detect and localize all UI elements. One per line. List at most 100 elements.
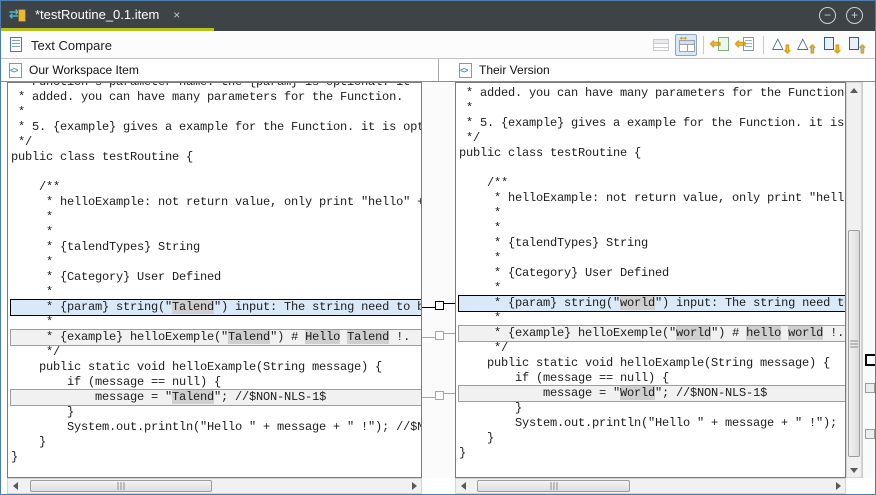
code-line: *: [459, 311, 845, 326]
left-horizontal-scrollbar-thumb[interactable]: [30, 480, 212, 492]
code-line: *: [11, 285, 421, 300]
diff-connector-line: [422, 337, 436, 338]
code-line: * {Category} User Defined: [11, 270, 421, 285]
code-line: */: [11, 345, 421, 360]
minimize-button[interactable]: −: [819, 7, 836, 24]
diff-connector-handle[interactable]: [435, 331, 444, 340]
code-line: [459, 161, 845, 176]
inline-change: Talend: [347, 330, 389, 344]
code-line: *: [459, 281, 845, 296]
code-line: public class testRoutine {: [11, 150, 421, 165]
code-line: /**: [459, 176, 845, 191]
code-line: * {talendTypes} String: [459, 236, 845, 251]
inline-change: world: [788, 326, 823, 340]
vertical-scrollbar-thumb[interactable]: [848, 230, 860, 457]
code-line: *: [459, 251, 845, 266]
right-pane-title: Their Version: [479, 63, 550, 77]
text-compare-title: Text Compare: [31, 38, 112, 53]
diff-connector-handle[interactable]: [435, 301, 444, 310]
code-line: */: [459, 131, 845, 146]
text-compare-icon: [10, 37, 22, 52]
diff-overview-ruler[interactable]: [862, 82, 876, 478]
diff-connector-handle[interactable]: [435, 391, 444, 400]
text-compare-header: Text Compare ↔ ⇦ ⇦ △⇩ △⇧ ⇩ ⇧: [1, 31, 875, 59]
code-line: *: [11, 225, 421, 240]
left-horizontal-scrollbar[interactable]: [7, 478, 422, 494]
text-element-icon: [459, 63, 472, 78]
code-line: *: [11, 315, 421, 330]
code-line: *: [11, 105, 421, 120]
diff-line[interactable]: * {param} string("world") input: The str…: [459, 296, 845, 311]
inline-change: Talend: [172, 390, 214, 404]
diff-line[interactable]: message = "World"; //$NON-NLS-1$: [459, 386, 845, 401]
right-horizontal-scrollbar-thumb[interactable]: [477, 480, 630, 492]
inline-change: Hello: [305, 330, 340, 344]
diff-line[interactable]: * {example} helloExemple("Talend") # Hel…: [11, 330, 421, 345]
vertical-scrollbar[interactable]: [846, 82, 862, 478]
diff-line[interactable]: message = "Talend"; //$NON-NLS-1$: [11, 390, 421, 405]
code-line: }: [11, 450, 421, 465]
code-line: * 5. {example} gives a example for the F…: [459, 116, 845, 131]
toolbar-separator: [703, 36, 704, 54]
code-line: *: [459, 206, 845, 221]
code-line: * helloExample: not return value, only p…: [459, 191, 845, 206]
close-tab-icon[interactable]: ×: [173, 8, 180, 22]
code-line: * added. you can have many parameters fo…: [11, 90, 421, 105]
code-line: }: [11, 405, 421, 420]
code-line: *: [11, 255, 421, 270]
previous-change-icon[interactable]: ⇧: [845, 34, 867, 56]
compare-item-icon: ⇄: [9, 7, 27, 23]
code-line: }: [459, 446, 845, 461]
left-pane-title: Our Workspace Item: [29, 63, 139, 77]
inline-change: hello: [746, 326, 781, 340]
code-line: }: [459, 401, 845, 416]
code-line: *: [11, 210, 421, 225]
code-line: */: [11, 135, 421, 150]
inline-change: Talend: [172, 300, 214, 314]
code-line: * added. you can have many parameters fo…: [459, 86, 845, 101]
copy-current-right-to-left-icon[interactable]: ⇦: [735, 34, 757, 56]
editor-tab-title: *testRoutine_0.1.item: [35, 7, 159, 22]
editor-tab[interactable]: ⇄ *testRoutine_0.1.item ×: [1, 1, 190, 28]
scroll-down-icon[interactable]: [847, 462, 861, 477]
code-line: * 5. {example} gives a example for the F…: [11, 120, 421, 135]
code-line: }: [459, 431, 845, 446]
right-horizontal-scrollbar[interactable]: [455, 478, 846, 494]
inline-change: world: [620, 296, 655, 310]
layout-top-bottom-icon[interactable]: [650, 34, 672, 56]
maximize-button[interactable]: +: [846, 7, 863, 24]
code-line: if (message == null) {: [11, 375, 421, 390]
inline-change: World: [620, 386, 655, 400]
right-pane-header: Their Version: [459, 59, 550, 81]
compare-editor-window: ⇄ *testRoutine_0.1.item × − + Text Compa…: [0, 0, 876, 495]
diff-marker[interactable]: [865, 383, 875, 393]
previous-difference-icon[interactable]: △⇧: [795, 34, 817, 56]
code-line: [11, 165, 421, 180]
next-difference-icon[interactable]: △⇩: [770, 34, 792, 56]
scroll-right-icon[interactable]: [830, 479, 845, 493]
layout-side-by-side-icon[interactable]: ↔: [675, 34, 697, 56]
diff-connector-line: [422, 307, 436, 308]
diff-line[interactable]: * {example} helloExemple("world") # hell…: [459, 326, 845, 341]
diff-marker-current[interactable]: [865, 354, 876, 366]
inline-change: world: [676, 326, 711, 340]
scroll-left-icon[interactable]: [456, 479, 471, 493]
code-line: System.out.println("Hello " + message + …: [11, 420, 421, 435]
diff-marker[interactable]: [865, 429, 875, 439]
code-line: System.out.println("Hello " + message + …: [459, 416, 845, 431]
code-line: *: [459, 101, 845, 116]
code-line: /**: [11, 180, 421, 195]
next-change-icon[interactable]: ⇩: [820, 34, 842, 56]
code-line: *: [459, 221, 845, 236]
code-line: * {talendTypes} String: [11, 240, 421, 255]
code-line: * helloExample: not return value, only p…: [11, 195, 421, 210]
text-element-icon: [9, 63, 22, 78]
right-code-editor[interactable]: * added. you can have many parameters fo…: [455, 82, 846, 478]
copy-all-right-to-left-icon[interactable]: ⇦: [710, 34, 732, 56]
scroll-right-icon[interactable]: [406, 479, 421, 493]
left-code-editor[interactable]: * Function's parameter name. the {param}…: [7, 82, 422, 478]
pane-header-divider: [438, 59, 439, 81]
diff-line[interactable]: * {param} string("Talend") input: The st…: [11, 300, 421, 315]
scroll-left-icon[interactable]: [8, 479, 23, 493]
scroll-up-icon[interactable]: [847, 83, 861, 98]
